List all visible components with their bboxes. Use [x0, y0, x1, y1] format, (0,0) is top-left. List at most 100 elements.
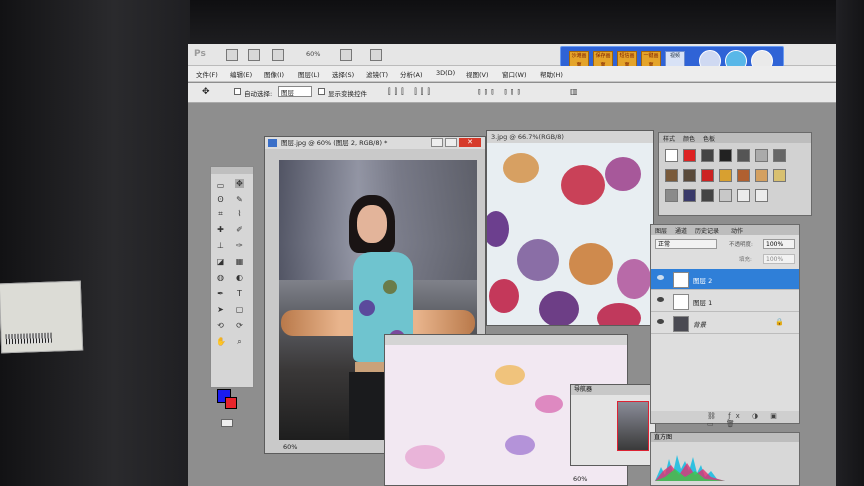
- tab-actions[interactable]: 动作: [731, 226, 743, 235]
- restore-button[interactable]: [445, 138, 457, 147]
- style-swatch[interactable]: [755, 149, 768, 162]
- style-swatch[interactable]: [701, 189, 714, 202]
- minimize-button[interactable]: [431, 138, 443, 147]
- style-swatch[interactable]: [755, 169, 768, 182]
- distribute-buttons[interactable]: ⫾⫾⫾ ⫾⫾⫾: [478, 87, 524, 97]
- launch-bridge-icon[interactable]: [226, 49, 238, 61]
- zoom-tool-icon[interactable]: ⌕: [235, 337, 244, 346]
- layer-row[interactable]: 图层 1: [651, 291, 799, 312]
- style-swatch[interactable]: [665, 169, 678, 182]
- auto-select-checkbox[interactable]: [234, 88, 241, 95]
- histogram-title[interactable]: 直方图: [651, 433, 799, 442]
- type-tool-icon[interactable]: T: [235, 289, 244, 298]
- fill-field[interactable]: 100%: [763, 254, 795, 264]
- 3d-camera-tool-icon[interactable]: ⟳: [235, 321, 244, 330]
- style-swatch[interactable]: [773, 169, 786, 182]
- menu-filter[interactable]: 滤镜(T): [366, 69, 388, 79]
- layer-action-buttons[interactable]: ⛓ ƒx ◑ ▣ ▭ 🗑: [707, 412, 799, 428]
- style-swatch[interactable]: [665, 189, 678, 202]
- layer-row[interactable]: 背景 🔒: [651, 313, 799, 334]
- tab-styles[interactable]: 样式: [663, 134, 675, 143]
- close-icon[interactable]: ✕: [459, 138, 481, 147]
- document-zoom-3[interactable]: 60%: [573, 475, 587, 483]
- menu-image[interactable]: 图像(I): [264, 69, 284, 79]
- menu-file[interactable]: 文件(F): [196, 69, 218, 79]
- launch-minibridge-icon[interactable]: [248, 49, 260, 61]
- pen-tool-icon[interactable]: ✒: [216, 289, 225, 298]
- eyedropper-tool-icon[interactable]: ⌇: [235, 209, 244, 218]
- tab-channels[interactable]: 通道: [675, 226, 687, 235]
- gradient-tool-icon[interactable]: ▦: [235, 257, 244, 266]
- document-zoom[interactable]: 60%: [283, 443, 297, 451]
- style-swatch[interactable]: [755, 189, 768, 202]
- quick-mask-icon[interactable]: [221, 419, 233, 427]
- hand-tool-icon[interactable]: ✋: [216, 337, 226, 346]
- navigator-thumbnail[interactable]: [617, 401, 649, 451]
- style-swatch[interactable]: [701, 149, 714, 162]
- crop-tool-icon[interactable]: ⌗: [216, 209, 225, 218]
- style-swatch[interactable]: [683, 189, 696, 202]
- blur-tool-icon[interactable]: ◍: [216, 273, 225, 282]
- layer-name[interactable]: 背景: [693, 319, 706, 329]
- screen-mode-icon[interactable]: [370, 49, 382, 61]
- history-brush-tool-icon[interactable]: ✑: [235, 241, 244, 250]
- background-color-swatch[interactable]: [225, 397, 237, 409]
- dodge-tool-icon[interactable]: ◐: [235, 273, 244, 282]
- eye-icon[interactable]: [657, 319, 664, 324]
- style-swatch[interactable]: [683, 169, 696, 182]
- 3d-rotate-tool-icon[interactable]: ⟲: [216, 321, 225, 330]
- style-swatch[interactable]: [719, 149, 732, 162]
- eye-icon[interactable]: [657, 275, 664, 280]
- eye-icon[interactable]: [657, 297, 664, 302]
- menu-select[interactable]: 选择(S): [332, 69, 354, 79]
- show-transform-checkbox[interactable]: [318, 88, 325, 95]
- style-swatch[interactable]: [665, 149, 678, 162]
- style-swatch[interactable]: [701, 169, 714, 182]
- menu-view[interactable]: 视图(V): [466, 69, 489, 79]
- tab-layers[interactable]: 图层: [655, 226, 667, 235]
- auto-align-icon[interactable]: ▥: [570, 87, 578, 96]
- layer-name[interactable]: 图层 1: [693, 297, 712, 307]
- lasso-tool-icon[interactable]: ʘ: [216, 195, 225, 204]
- tools-panel-header[interactable]: [211, 167, 253, 174]
- tab-color[interactable]: 颜色: [683, 134, 695, 143]
- menu-window[interactable]: 窗口(W): [502, 69, 527, 79]
- blend-mode-dropdown[interactable]: 正常: [655, 239, 717, 249]
- move-tool-icon[interactable]: ✥: [235, 179, 244, 188]
- quick-select-tool-icon[interactable]: ✎: [235, 195, 244, 204]
- path-select-tool-icon[interactable]: ➤: [216, 305, 225, 314]
- auto-select-dropdown[interactable]: 图层: [278, 86, 312, 97]
- menu-analysis[interactable]: 分析(A): [400, 69, 423, 79]
- menu-layer[interactable]: 图层(L): [298, 69, 320, 79]
- layer-row-selected[interactable]: 图层 2: [651, 269, 799, 290]
- layer-name[interactable]: 图层 2: [693, 275, 712, 285]
- menu-help[interactable]: 帮助(H): [540, 69, 563, 79]
- menu-bar: 文件(F) 编辑(E) 图像(I) 图层(L) 选择(S) 滤镜(T) 分析(A…: [188, 66, 836, 82]
- shape-tool-icon[interactable]: ▢: [235, 305, 244, 314]
- style-swatch[interactable]: [737, 149, 750, 162]
- clone-stamp-tool-icon[interactable]: ⊥: [216, 241, 225, 250]
- tab-history[interactable]: 历史记录: [695, 226, 719, 235]
- style-swatch[interactable]: [737, 169, 750, 182]
- style-swatch[interactable]: [773, 149, 786, 162]
- style-swatch[interactable]: [737, 189, 750, 202]
- tab-swatches[interactable]: 色板: [703, 134, 715, 143]
- rect-marquee-tool-icon[interactable]: ▭: [216, 181, 225, 190]
- view-extras-icon[interactable]: [272, 49, 284, 61]
- opacity-field[interactable]: 100%: [763, 239, 795, 249]
- zoom-level[interactable]: 60%: [306, 50, 320, 58]
- arrange-documents-icon[interactable]: [340, 49, 352, 61]
- menu-3d[interactable]: 3D(D): [436, 69, 455, 77]
- align-buttons[interactable]: ⫿⫿⫿ ⫿⫿⫿: [388, 87, 434, 97]
- eraser-tool-icon[interactable]: ◪: [216, 257, 225, 266]
- document-title-2[interactable]: 3.jpg @ 66.7%(RGB/8): [487, 131, 653, 143]
- menu-edit[interactable]: 编辑(E): [230, 69, 252, 79]
- move-tool-icon[interactable]: ✥: [202, 87, 210, 97]
- style-swatch[interactable]: [683, 149, 696, 162]
- style-swatch[interactable]: [719, 189, 732, 202]
- document-title-bar-3[interactable]: [385, 335, 627, 345]
- healing-brush-tool-icon[interactable]: ✚: [216, 225, 225, 234]
- brush-tool-icon[interactable]: ✐: [235, 225, 244, 234]
- style-swatch[interactable]: [719, 169, 732, 182]
- navigator-title[interactable]: 导航器: [571, 385, 655, 395]
